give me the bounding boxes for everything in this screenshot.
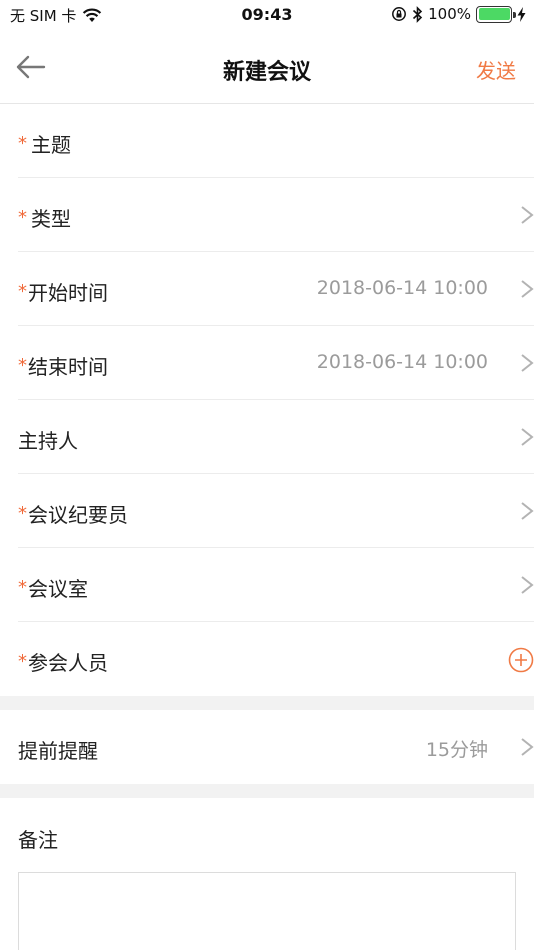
form-row-label-text: 开始时间: [28, 281, 108, 305]
back-button[interactable]: [14, 52, 48, 82]
form-row-label: * 类型: [18, 203, 71, 232]
form-row-type[interactable]: * 类型: [18, 178, 534, 252]
section-divider: [0, 784, 534, 798]
battery-tip: [513, 11, 516, 18]
chevron-right-icon: [521, 354, 534, 372]
form-row-label-text: 会议室: [28, 577, 88, 601]
form-row-attendees[interactable]: * 参会人员: [18, 622, 534, 696]
form-row-label: * 会议室: [18, 573, 88, 602]
reminder-value: 15分钟: [425, 739, 488, 761]
form-row-label: * 会议纪要员: [18, 499, 128, 528]
required-mark: *: [18, 651, 27, 672]
orientation-lock-icon: [392, 7, 407, 21]
section-divider: [0, 696, 534, 710]
chevron-right-icon: [521, 502, 534, 520]
remark-input[interactable]: [18, 872, 516, 950]
required-mark: *: [18, 133, 27, 154]
form-row-label-text: 参会人员: [28, 651, 108, 675]
form-row-label: * 主题: [18, 129, 71, 158]
status-left: 无 SIM 卡: [10, 5, 102, 26]
remark-label: 备注: [18, 828, 58, 852]
form-row-label-text: 结束时间: [28, 355, 108, 379]
back-arrow-icon: [16, 55, 46, 79]
required-mark: *: [18, 281, 27, 302]
chevron-right-icon: [521, 206, 534, 224]
form-row-meeting-room[interactable]: * 会议室: [18, 548, 534, 622]
reminder-row[interactable]: 提前提醒 15分钟: [18, 710, 534, 784]
chevron-right-icon: [521, 576, 534, 594]
form-row-start-time[interactable]: * 开始时间 2018-06-14 10:00: [18, 252, 534, 326]
form-row-subject[interactable]: * 主题: [18, 104, 534, 178]
chevron-right-icon: [521, 738, 534, 756]
form-row-label: * 结束时间: [18, 351, 108, 380]
remark-section: 备注: [0, 798, 534, 950]
nav-bar: 新建会议 发送: [0, 30, 534, 104]
wifi-icon: [83, 8, 102, 22]
required-mark: *: [18, 355, 27, 376]
meeting-form: * 主题 * 类型 * 开始时间 2018-06-14 10:00 * 结束时间 2018-06-…: [0, 104, 534, 950]
form-row-host[interactable]: 主持人: [18, 400, 534, 474]
required-mark: *: [18, 577, 27, 598]
form-row-value: 2018-06-14 10:00: [316, 277, 488, 299]
reminder-label: 提前提醒: [18, 735, 98, 764]
chevron-right-icon: [521, 428, 534, 446]
battery-percent: 100%: [428, 5, 471, 23]
form-row-label-text: 会议纪要员: [28, 503, 128, 527]
form-row-minutes-taker[interactable]: * 会议纪要员: [18, 474, 534, 548]
bluetooth-icon: [413, 5, 423, 23]
form-row-label-text: 主题: [31, 133, 71, 157]
form-row-label: * 开始时间: [18, 277, 108, 306]
carrier-label: 无 SIM 卡: [10, 7, 77, 25]
send-button[interactable]: 发送: [476, 55, 516, 84]
reminder-label-text: 提前提醒: [18, 739, 98, 763]
chevron-right-icon: [521, 280, 534, 298]
charging-icon: [517, 6, 526, 22]
form-row-end-time[interactable]: * 结束时间 2018-06-14 10:00: [18, 326, 534, 400]
status-bar: 无 SIM 卡 09:43 100%: [0, 0, 534, 30]
required-mark: *: [18, 503, 27, 524]
page-title: 新建会议: [222, 60, 311, 85]
form-row-label: 主持人: [18, 425, 78, 454]
status-right: 100%: [391, 5, 526, 23]
form-row-label-text: 类型: [31, 207, 71, 231]
battery-icon: [476, 5, 516, 23]
add-circle-icon[interactable]: [508, 647, 534, 673]
form-row-value: 2018-06-14 10:00: [316, 351, 488, 373]
form-row-label: * 参会人员: [18, 647, 108, 676]
battery-level: [478, 8, 510, 20]
form-row-label-text: 主持人: [18, 429, 78, 453]
form-rows: * 主题 * 类型 * 开始时间 2018-06-14 10:00 * 结束时间 2018-06-…: [0, 104, 534, 696]
required-mark: *: [18, 207, 27, 228]
